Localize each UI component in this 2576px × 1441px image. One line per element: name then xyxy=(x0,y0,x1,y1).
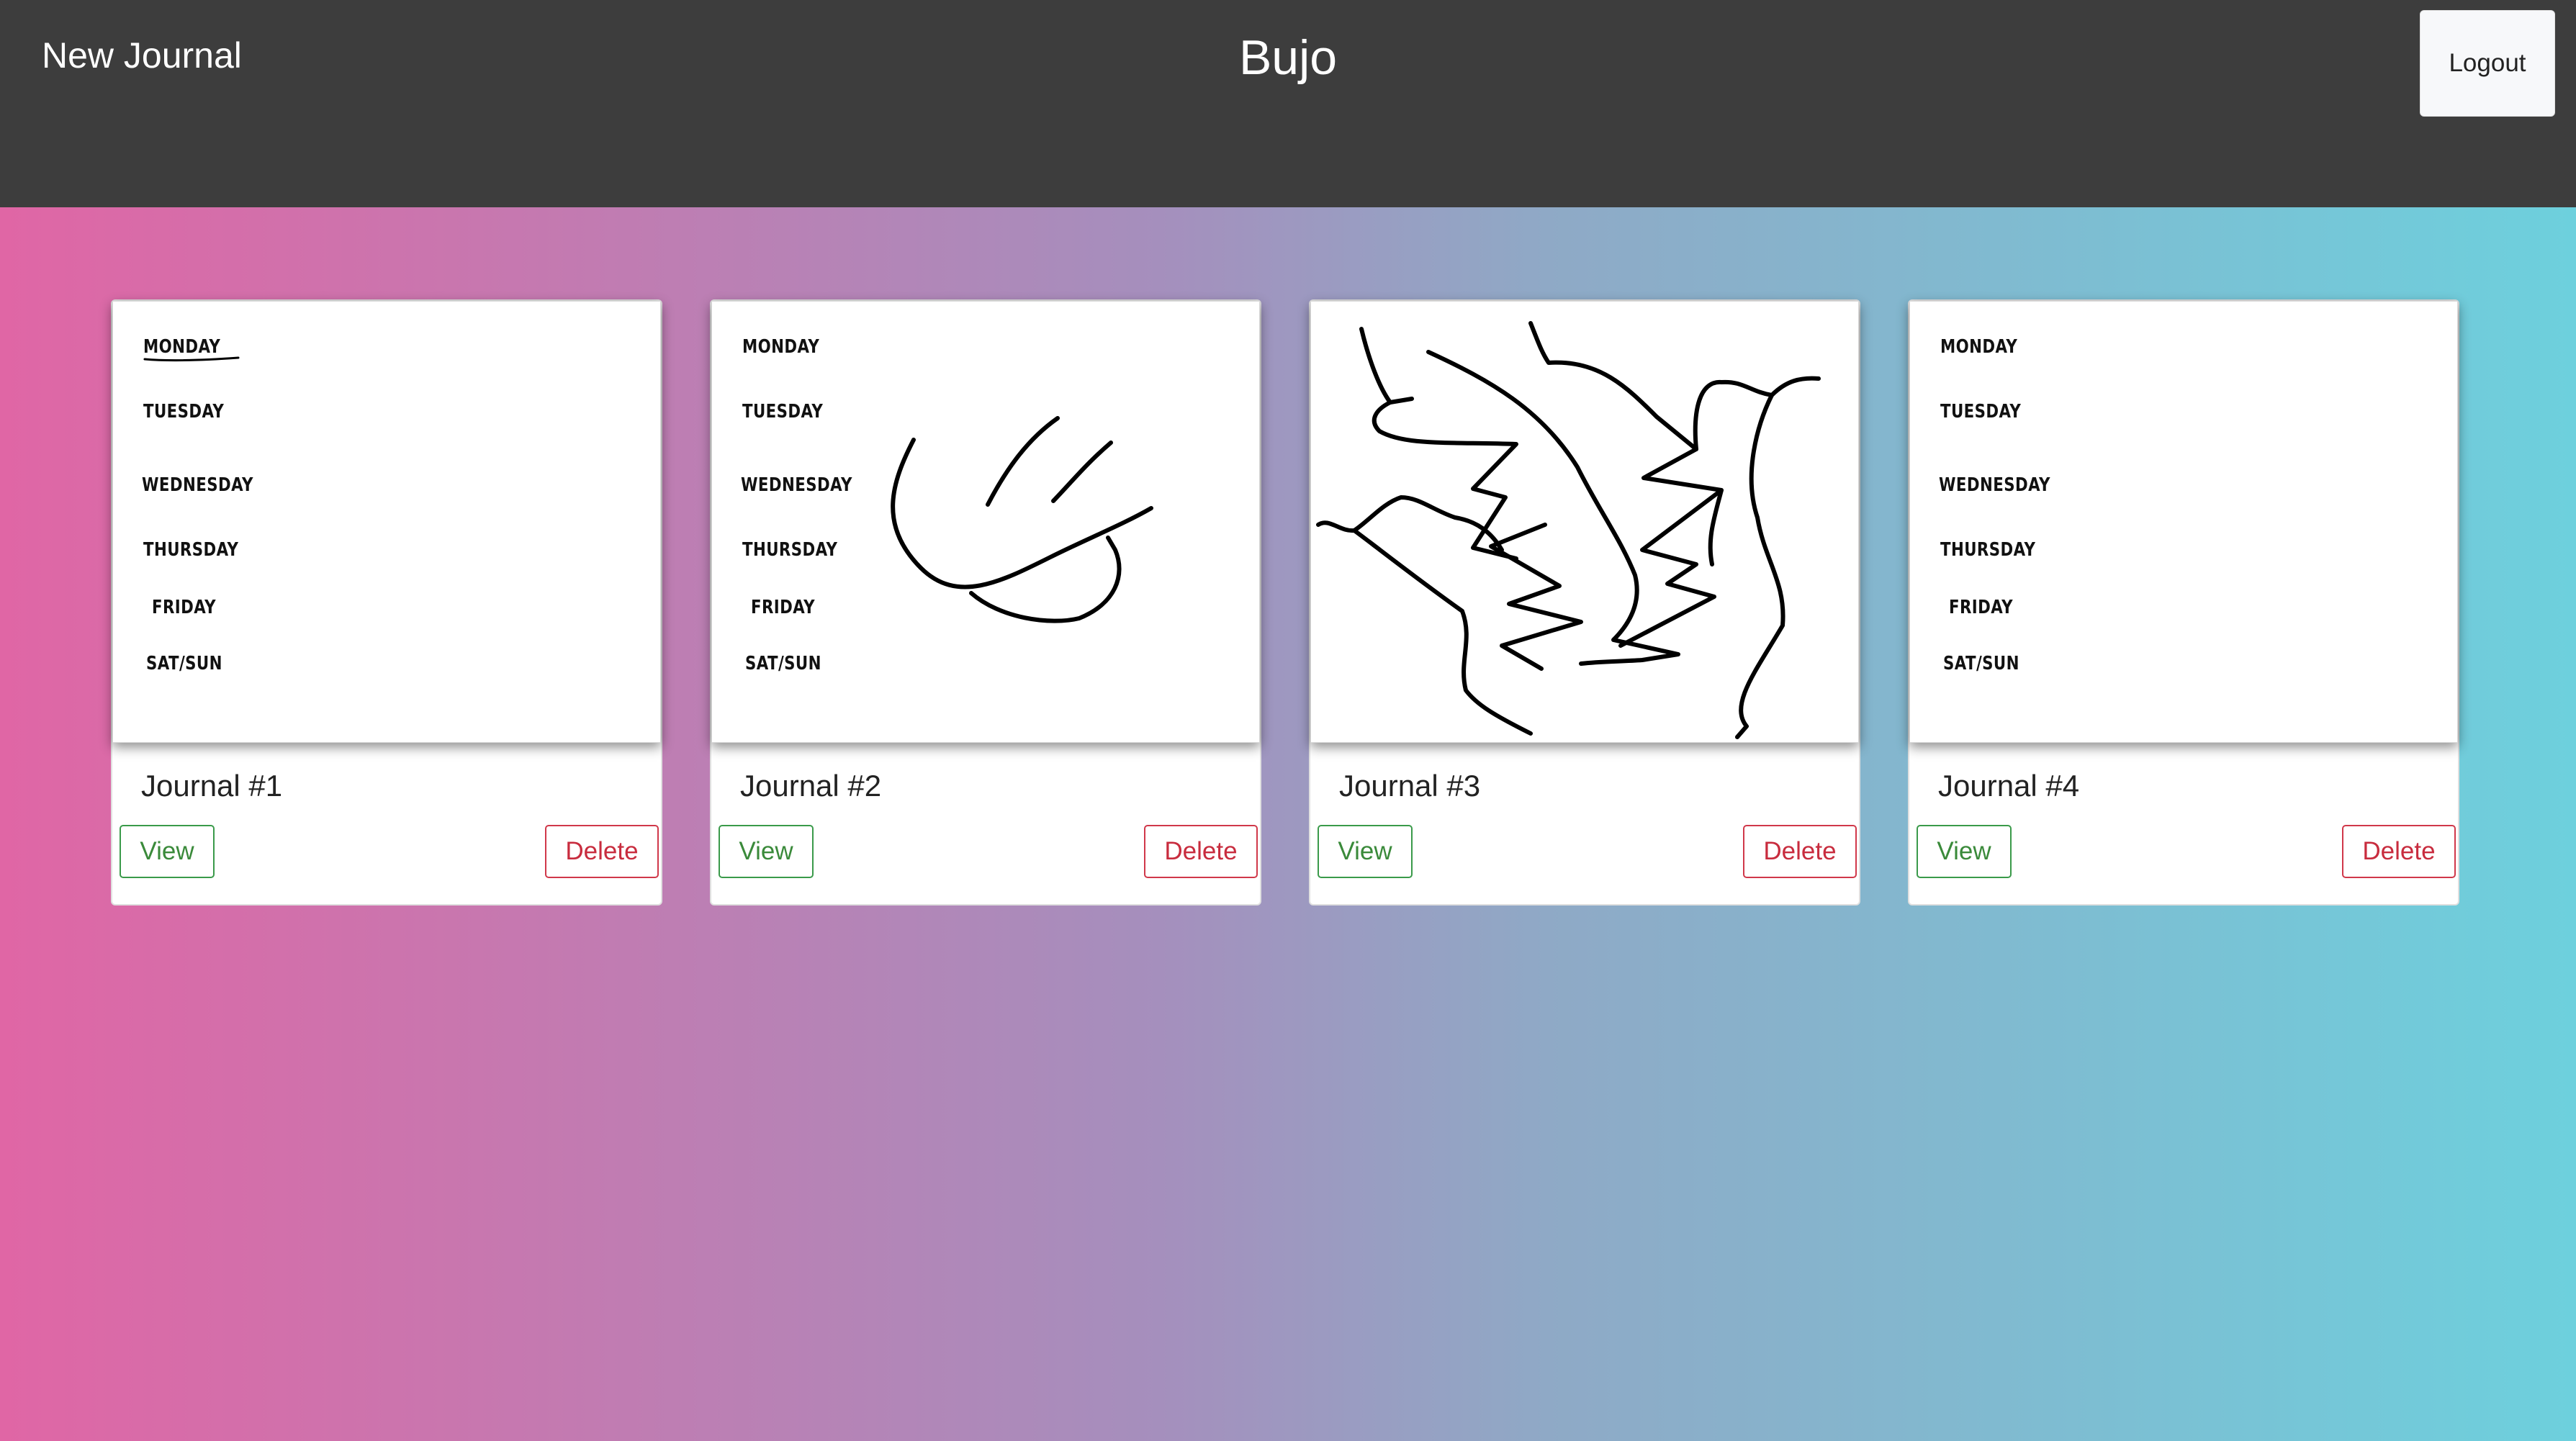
delete-button[interactable]: Delete xyxy=(2342,825,2456,878)
new-journal-link[interactable]: New Journal xyxy=(42,30,242,81)
journal-gallery: MONDAY TUESDAY WEDNESDAY THURSDAY FRIDAY… xyxy=(0,207,2576,1441)
journal-title: Journal #2 xyxy=(740,769,882,803)
day-label: MONDAY xyxy=(1940,336,2018,358)
delete-button[interactable]: Delete xyxy=(1144,825,1258,878)
journal-title: Journal #3 xyxy=(1339,769,1481,803)
view-button[interactable]: View xyxy=(719,825,814,878)
day-label: FRIDAY xyxy=(1949,597,2013,618)
scribble-drawing xyxy=(1316,321,1821,739)
delete-button[interactable]: Delete xyxy=(1743,825,1857,878)
day-label: WEDNESDAY xyxy=(1939,474,2050,496)
journal-thumbnail[interactable] xyxy=(1310,301,1859,743)
doodle-drawing xyxy=(891,416,1153,623)
logout-button[interactable]: Logout xyxy=(2420,10,2555,117)
day-label: TUESDAY xyxy=(1940,401,2022,423)
app-title: Bujo xyxy=(1238,30,1338,85)
top-navbar: New Journal Bujo Logout xyxy=(0,0,2576,207)
view-button[interactable]: View xyxy=(1917,825,2012,878)
delete-button[interactable]: Delete xyxy=(545,825,659,878)
journal-thumbnail[interactable]: MONDAY TUESDAY WEDNESDAY THURSDAY FRIDAY… xyxy=(112,301,661,743)
journal-thumbnail[interactable]: MONDAY TUESDAY WEDNESDAY THURSDAY FRIDAY… xyxy=(1909,301,2458,743)
day-label: SAT/SUN xyxy=(1943,653,2019,674)
view-button[interactable]: View xyxy=(120,825,215,878)
journal-card: MONDAY TUESDAY WEDNESDAY THURSDAY FRIDAY… xyxy=(710,299,1261,905)
journal-card: MONDAY TUESDAY WEDNESDAY THURSDAY FRIDAY… xyxy=(111,299,662,905)
journal-title: Journal #1 xyxy=(141,769,283,803)
journal-title: Journal #4 xyxy=(1938,769,2080,803)
journal-thumbnail[interactable]: MONDAY TUESDAY WEDNESDAY THURSDAY FRIDAY… xyxy=(711,301,1260,743)
day-label: THURSDAY xyxy=(1940,539,2036,561)
journal-card: MONDAY TUESDAY WEDNESDAY THURSDAY FRIDAY… xyxy=(1908,299,2459,905)
underline-stroke xyxy=(143,356,240,362)
view-button[interactable]: View xyxy=(1318,825,1413,878)
journal-card: Journal #3 View Delete xyxy=(1309,299,1860,905)
